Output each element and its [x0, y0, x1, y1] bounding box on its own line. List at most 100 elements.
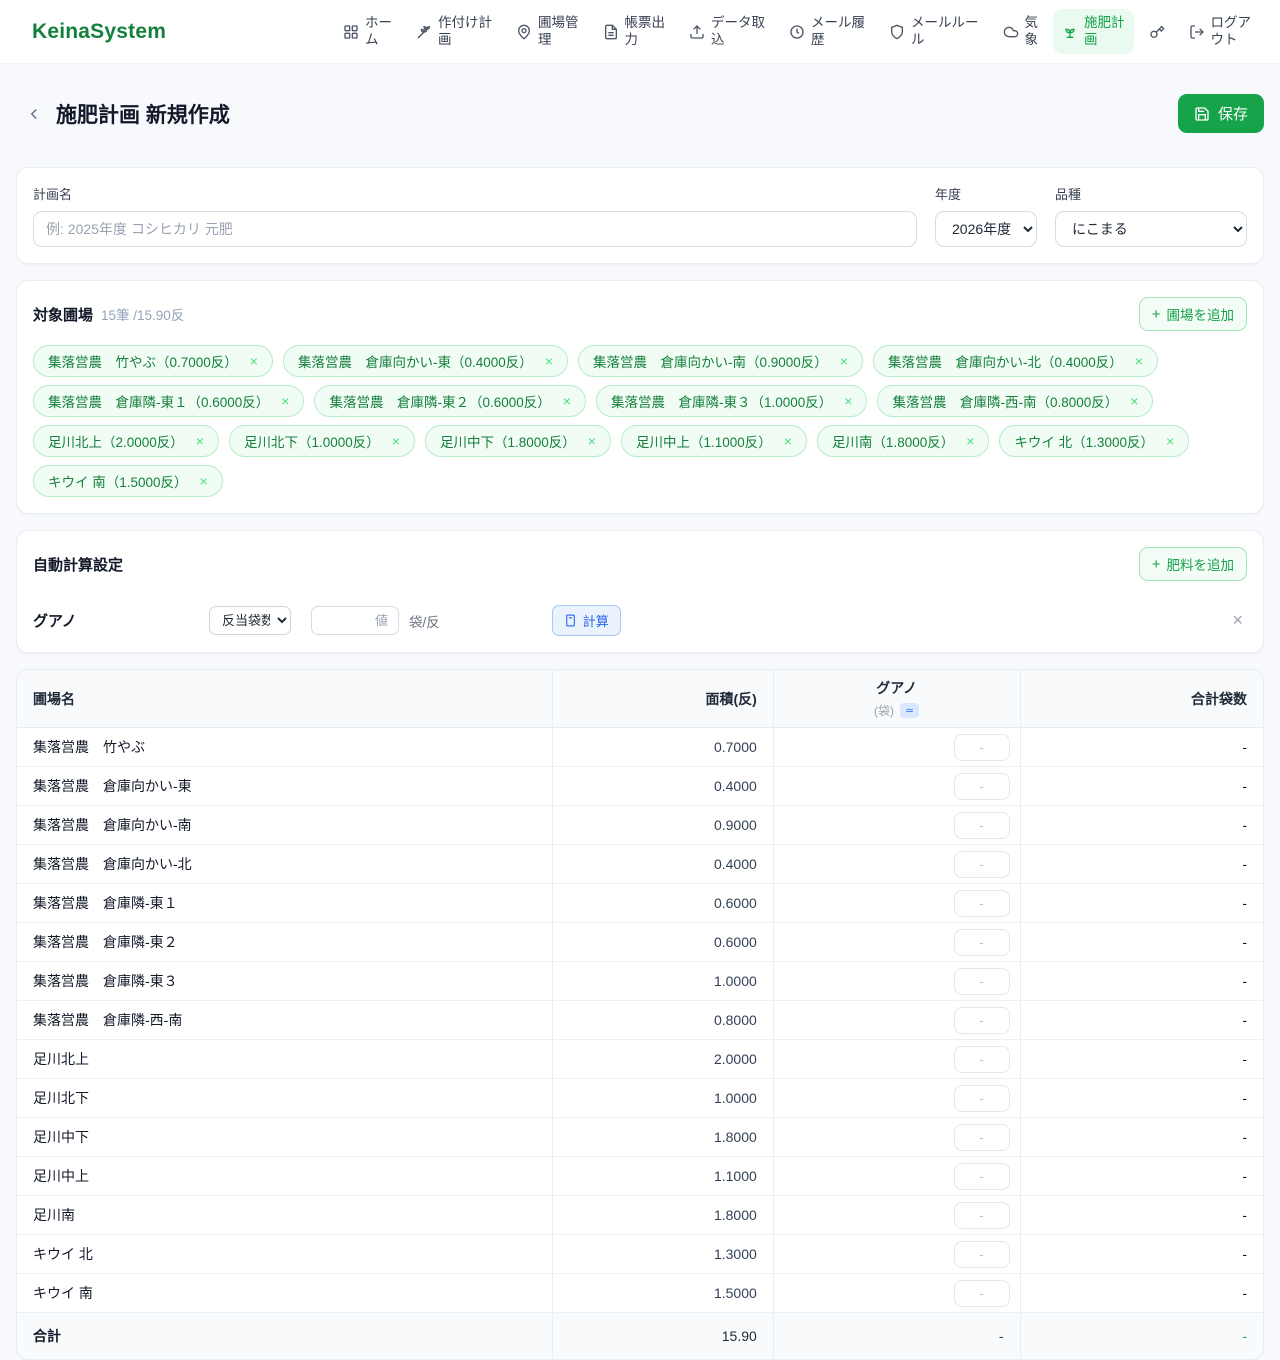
logout-icon — [1189, 24, 1205, 40]
bags-input[interactable] — [954, 812, 1010, 839]
page-title: 施肥計画 新規作成 — [56, 99, 230, 129]
remove-tag-icon[interactable]: × — [250, 354, 258, 368]
remove-tag-icon[interactable]: × — [784, 434, 792, 448]
remove-tag-icon[interactable]: × — [840, 354, 848, 368]
calculate-button[interactable]: 計算 — [552, 605, 621, 636]
remove-tag-icon[interactable]: × — [545, 354, 553, 368]
table-row: 集落営農 倉庫隣-西-南 0.8000 - — [17, 1001, 1263, 1040]
remove-tag-icon[interactable]: × — [966, 434, 974, 448]
remove-tag-icon[interactable]: × — [1130, 394, 1138, 408]
nav-label: 気 象 — [1025, 15, 1039, 49]
bags-input[interactable] — [954, 1007, 1010, 1034]
bags-input[interactable] — [954, 1202, 1010, 1229]
bags-input[interactable] — [954, 734, 1010, 761]
round-toggle-badge[interactable]: ≃ — [900, 703, 919, 718]
save-button-label: 保存 — [1218, 103, 1248, 124]
add-field-button[interactable]: + 圃場を追加 — [1139, 297, 1247, 331]
nav-item-mail-rules[interactable]: メールルー ル — [880, 9, 988, 55]
table-row: キウイ 北 1.3000 - — [17, 1235, 1263, 1274]
remove-tag-icon[interactable]: × — [200, 474, 208, 488]
fertilizer-cell — [773, 1235, 1020, 1274]
total-bags-cell: - — [1020, 1196, 1263, 1235]
auto-calc-card: 自動計算設定 + 肥料を追加 グアノ 反当袋数 袋/反 計算 × — [16, 530, 1264, 653]
total-bags-cell: - — [1020, 962, 1263, 1001]
column-header-total-bags: 合計袋数 — [1020, 670, 1263, 728]
grid-icon — [343, 24, 359, 40]
table-row: 集落営農 倉庫向かい-東 0.4000 - — [17, 767, 1263, 806]
area-cell: 1.1000 — [553, 1157, 774, 1196]
field-name-cell: 集落営農 倉庫隣-東２ — [17, 923, 553, 962]
nav-item-mail-history[interactable]: メール履 歴 — [780, 9, 874, 55]
nav-item-logout[interactable]: ログア ウト — [1180, 9, 1261, 55]
field-tag-list: 集落営農 竹やぶ（0.7000反） × 集落営農 倉庫向かい-東（0.4000反… — [33, 345, 1247, 497]
bags-input[interactable] — [954, 1280, 1010, 1307]
bags-input[interactable] — [954, 773, 1010, 800]
field-name-cell: 集落営農 倉庫向かい-東 — [17, 767, 553, 806]
bags-input[interactable] — [954, 929, 1010, 956]
nav-item-weather[interactable]: 気 象 — [994, 9, 1048, 55]
bags-input[interactable] — [954, 1163, 1010, 1190]
upload-icon — [689, 24, 705, 40]
field-tag-label: 足川北上（2.0000反） — [48, 431, 184, 451]
nav-item-password[interactable] — [1140, 18, 1174, 46]
remove-tag-icon[interactable]: × — [1135, 354, 1143, 368]
nav-item-report-output[interactable]: 帳票出 力 — [594, 9, 675, 55]
nav-item-planting-plan[interactable]: 作付け計 画 — [407, 9, 501, 55]
nav-item-fertilization-plan[interactable]: 施肥計 画 — [1053, 9, 1134, 55]
area-cell: 2.0000 — [553, 1040, 774, 1079]
table-row: 足川南 1.8000 - — [17, 1196, 1263, 1235]
field-tag-label: 集落営農 竹やぶ（0.7000反） — [48, 351, 238, 371]
back-button[interactable] — [20, 100, 48, 128]
bags-input[interactable] — [954, 890, 1010, 917]
field-tag: 集落営農 倉庫向かい-東（0.4000反） × — [283, 345, 568, 377]
nav-label: メールルー ル — [911, 15, 979, 49]
fertilizer-column-title: グアノ — [780, 678, 1014, 698]
field-tag-label: 集落営農 倉庫向かい-南（0.9000反） — [593, 351, 828, 371]
calc-mode-select[interactable]: 反当袋数 — [209, 606, 291, 635]
year-select[interactable]: 2026年度 — [935, 211, 1037, 247]
table-row: 集落営農 倉庫隣-東１ 0.6000 - — [17, 884, 1263, 923]
total-fertilizer-cell: - — [773, 1313, 1020, 1360]
plan-name-input[interactable] — [33, 211, 917, 247]
remove-tag-icon[interactable]: × — [588, 434, 596, 448]
nav-item-field-management[interactable]: 圃場管 理 — [507, 9, 588, 55]
area-cell: 1.3000 — [553, 1235, 774, 1274]
field-tag: 足川中上（1.1000反） × — [621, 425, 807, 457]
remove-tag-icon[interactable]: × — [1166, 434, 1174, 448]
bags-input[interactable] — [954, 1124, 1010, 1151]
fertilizer-name: グアノ — [33, 610, 209, 631]
field-tag: 集落営農 倉庫向かい-南（0.9000反） × — [578, 345, 863, 377]
field-name-cell: 足川南 — [17, 1196, 553, 1235]
field-tag-label: 足川北下（1.0000反） — [244, 431, 380, 451]
field-tag-label: 集落営農 倉庫隣-東３（1.0000反） — [611, 391, 832, 411]
remove-tag-icon[interactable]: × — [844, 394, 852, 408]
fields-table-card: 圃場名 面積(反) グアノ (袋) ≃ 合計袋数 集落営農 竹やぶ 0.7000 — [16, 669, 1264, 1360]
remove-tag-icon[interactable]: × — [196, 434, 204, 448]
save-button[interactable]: 保存 — [1178, 94, 1264, 133]
bags-input[interactable] — [954, 1241, 1010, 1268]
nav-item-data-import[interactable]: データ取 込 — [680, 9, 774, 55]
brand-logo: KeinaSystem — [32, 20, 166, 44]
remove-tag-icon[interactable]: × — [563, 394, 571, 408]
total-bags-cell: - — [1020, 923, 1263, 962]
fertilizer-unit-label: (袋) — [874, 702, 894, 719]
bags-input[interactable] — [954, 968, 1010, 995]
save-icon — [1194, 106, 1210, 122]
remove-tag-icon[interactable]: × — [281, 394, 289, 408]
field-tag: 足川中下（1.8000反） × — [425, 425, 611, 457]
chevron-left-icon — [25, 105, 43, 123]
area-cell: 1.0000 — [553, 1079, 774, 1118]
add-fertilizer-button[interactable]: + 肥料を追加 — [1139, 547, 1247, 581]
bags-input[interactable] — [954, 851, 1010, 878]
remove-tag-icon[interactable]: × — [392, 434, 400, 448]
bags-input[interactable] — [954, 1085, 1010, 1112]
bags-input[interactable] — [954, 1046, 1010, 1073]
column-header-fertilizer: グアノ (袋) ≃ — [773, 670, 1020, 728]
nav-item-home[interactable]: ホー ム — [334, 9, 401, 55]
calc-value-input[interactable] — [311, 606, 399, 635]
nav-label: メール履 歴 — [811, 15, 865, 49]
sprout-icon — [1062, 24, 1078, 40]
remove-fertilizer-icon[interactable]: × — [1228, 610, 1247, 631]
map-pin-icon — [516, 24, 532, 40]
variety-select[interactable]: にこまる — [1055, 211, 1247, 247]
